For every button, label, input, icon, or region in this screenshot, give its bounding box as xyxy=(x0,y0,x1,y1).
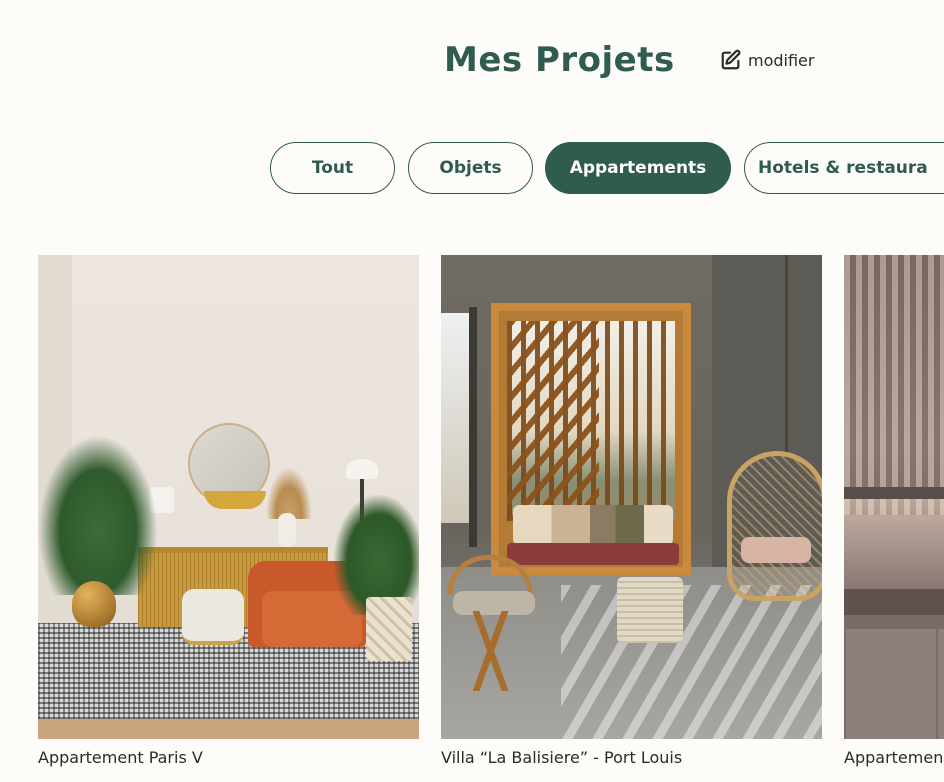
projects-page: Mes Projets modifier Tout Objets Apparte… xyxy=(0,0,944,782)
edit-button[interactable]: modifier xyxy=(720,49,814,71)
project-card-paris[interactable]: Appartement Paris V xyxy=(38,255,419,767)
project-image-paris[interactable] xyxy=(38,255,419,739)
project-caption[interactable]: Appartement Paris V xyxy=(38,748,419,767)
project-card-3[interactable]: Appartemen xyxy=(844,255,944,767)
filter-appartements[interactable]: Appartements xyxy=(545,142,731,194)
project-image-3[interactable] xyxy=(844,255,944,739)
edit-icon xyxy=(720,49,742,71)
edit-label: modifier xyxy=(748,50,815,70)
filter-objets[interactable]: Objets xyxy=(408,142,533,194)
hanging-chair xyxy=(727,451,822,601)
filter-hotels-restaurants[interactable]: Hotels & restaura xyxy=(744,142,944,194)
filter-tabs: Tout Objets Appartements Hotels & restau… xyxy=(0,142,944,194)
filter-tout[interactable]: Tout xyxy=(270,142,395,194)
page-title: Mes Projets xyxy=(444,40,675,80)
project-image-villa[interactable] xyxy=(441,255,822,739)
project-caption[interactable]: Villa “La Balisiere” - Port Louis xyxy=(441,748,822,767)
project-card-villa[interactable]: Villa “La Balisiere” - Port Louis xyxy=(441,255,822,767)
plant xyxy=(38,435,158,595)
project-caption[interactable]: Appartemen xyxy=(844,748,944,767)
